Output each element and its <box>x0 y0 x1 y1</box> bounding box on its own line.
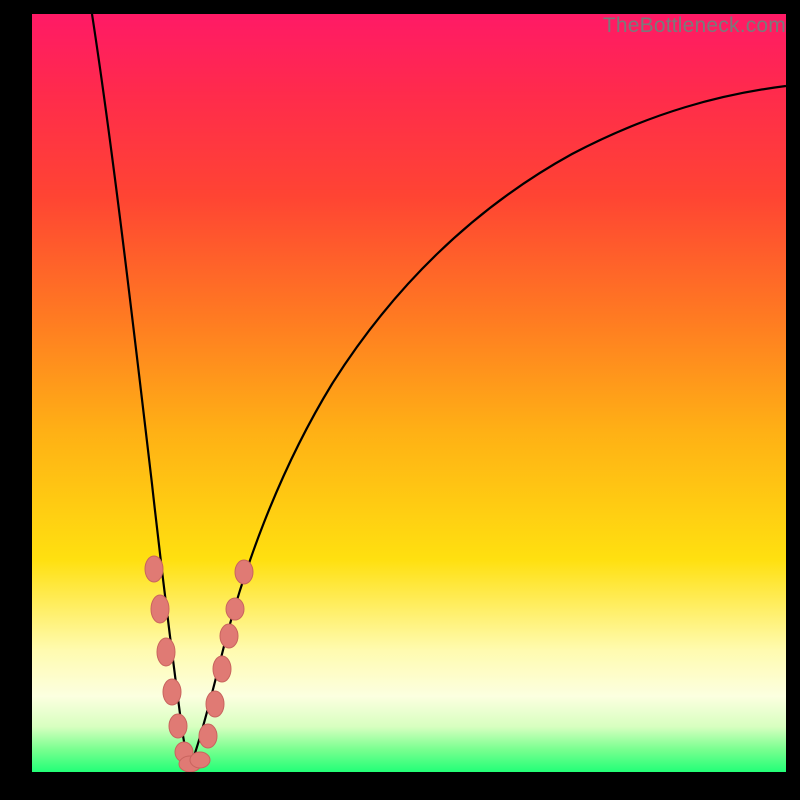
marker-dot <box>145 556 163 582</box>
marker-dot <box>220 624 238 648</box>
marker-dot <box>157 638 175 666</box>
marker-dot <box>235 560 253 584</box>
marker-dot <box>169 714 187 738</box>
marker-dot <box>199 724 217 748</box>
curve-layer <box>32 14 786 772</box>
marker-cluster <box>145 556 253 772</box>
marker-dot <box>190 752 210 768</box>
marker-dot <box>213 656 231 682</box>
marker-dot <box>163 679 181 705</box>
marker-dot <box>206 691 224 717</box>
right-branch-curve <box>190 86 786 766</box>
plot-area <box>32 14 786 772</box>
chart-frame: TheBottleneck.com <box>0 0 800 800</box>
marker-dot <box>226 598 244 620</box>
marker-dot <box>151 595 169 623</box>
watermark-text: TheBottleneck.com <box>603 14 786 38</box>
